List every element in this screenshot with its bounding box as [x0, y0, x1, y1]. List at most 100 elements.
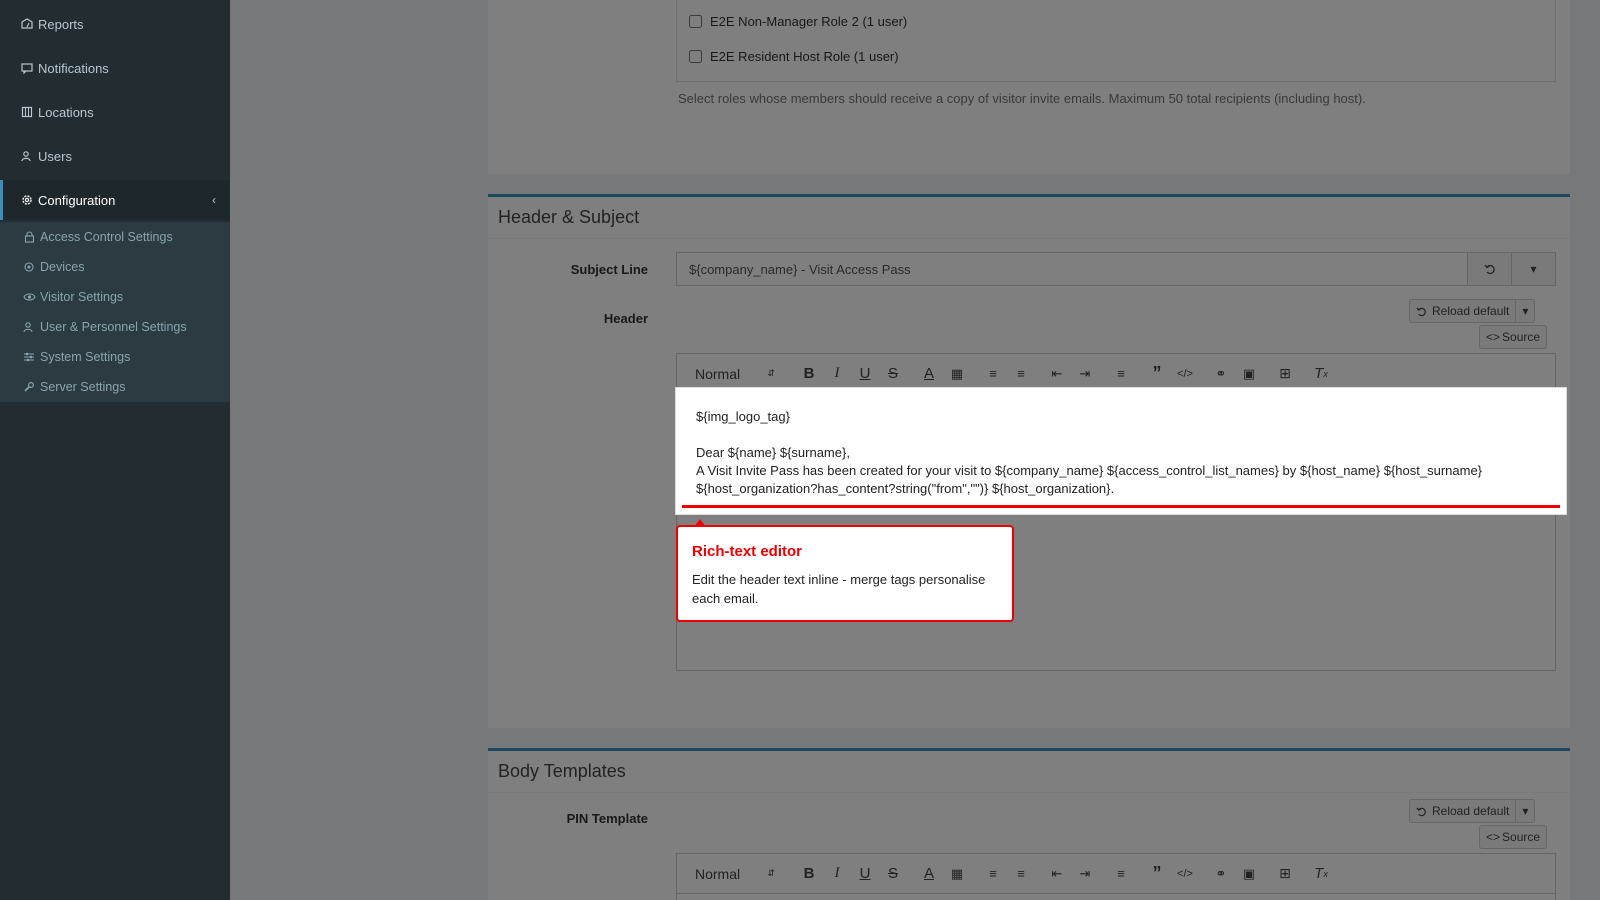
role-row[interactable]: E2E Non-Manager Role 2 (1 user)	[689, 14, 907, 29]
blockquote-button[interactable]: ”	[1143, 862, 1171, 886]
reload-default-main[interactable]: Reload default	[1410, 800, 1515, 822]
underline-button[interactable]: U	[851, 362, 879, 386]
image-button[interactable]: ▣	[1235, 362, 1263, 386]
sidebar-item-reports[interactable]: Reports	[0, 4, 230, 44]
sidebar-subitem-devices[interactable]: Devices	[0, 252, 230, 282]
editor-line: Dear ${name} ${surname},	[696, 445, 850, 460]
bullet-list-button[interactable]: ≡	[1007, 862, 1035, 886]
ordered-list-button[interactable]: ≡	[979, 862, 1007, 886]
subject-dropdown-button[interactable]: ▾	[1511, 253, 1555, 285]
sidebar-item-locations[interactable]: Locations	[0, 92, 230, 132]
sidebar-subitem-user-personnel[interactable]: User & Personnel Settings	[0, 312, 230, 342]
sidebar-item-label: Configuration	[38, 192, 116, 208]
clear-format-button[interactable]: Tx	[1307, 362, 1335, 386]
sidebar-item-label: Reports	[38, 16, 84, 32]
subject-line-input[interactable]: ${company_name} - Visit Access Pass	[677, 253, 1467, 285]
source-button[interactable]: <> Source	[1479, 825, 1548, 849]
reload-default-button[interactable]: Reload default ▾	[1409, 299, 1536, 323]
section-title: Header & Subject	[488, 197, 1570, 239]
tooltip-title: Rich-text editor	[692, 543, 803, 560]
sidebar-subitem-label: System Settings	[40, 350, 131, 364]
pin-template-label: PIN Template	[566, 811, 648, 826]
format-select[interactable]: Normal ⇵	[689, 362, 781, 386]
roles-help-text: Select roles whose members should receiv…	[678, 91, 1366, 106]
table-button[interactable]: ⊞	[1271, 862, 1299, 886]
undo-icon	[1483, 264, 1495, 275]
sidebar-item-configuration[interactable]: Configuration ‹	[0, 180, 230, 220]
format-select-value: Normal	[695, 865, 741, 882]
reload-default-main[interactable]: Reload default	[1410, 300, 1515, 322]
text-color-button[interactable]: A	[915, 862, 943, 886]
sidebar-subitem-label: User & Personnel Settings	[40, 320, 187, 334]
sidebar-item-users[interactable]: Users	[0, 136, 230, 176]
blockquote-button[interactable]: ”	[1143, 362, 1171, 386]
body-templates-box: Body Templates PIN Template Reload defau…	[488, 748, 1570, 900]
outdent-button[interactable]: ⇤	[1043, 362, 1071, 386]
caret-down-icon: ▾	[1530, 262, 1537, 276]
source-button-inner: <> Source	[1480, 326, 1546, 348]
chat-icon	[20, 61, 34, 75]
chevron-left-icon: ‹	[212, 193, 216, 207]
strikethrough-button[interactable]: S	[879, 862, 907, 886]
format-select[interactable]: Normal ⇵	[689, 862, 781, 886]
reload-default-button[interactable]: Reload default ▾	[1409, 799, 1536, 823]
ordered-list-button[interactable]: ≡	[979, 362, 1007, 386]
sidebar-subitem-label: Server Settings	[40, 380, 126, 394]
code-icon: <>	[1486, 830, 1501, 844]
background-color-button[interactable]: ▦	[943, 362, 971, 386]
bold-button[interactable]: B	[795, 362, 823, 386]
roles-box: E2E Non-Manager Role 2 (1 user) E2E Resi…	[488, 0, 1570, 174]
sidebar-item-label: Locations	[38, 104, 94, 120]
outdent-button[interactable]: ⇤	[1043, 862, 1071, 886]
sidebar-subitem-label: Devices	[40, 260, 85, 274]
image-button[interactable]: ▣	[1235, 862, 1263, 886]
italic-button[interactable]: I	[823, 362, 851, 386]
sidebar-subitem-visitor-settings[interactable]: Visitor Settings	[0, 282, 230, 312]
undo-icon	[1416, 806, 1426, 816]
clear-format-button[interactable]: Tx	[1307, 862, 1335, 886]
link-button[interactable]: ⚭	[1207, 862, 1235, 886]
underline-button[interactable]: U	[851, 862, 879, 886]
role-label: E2E Non-Manager Role 2 (1 user)	[710, 14, 908, 29]
italic-button[interactable]: I	[823, 862, 851, 886]
sidebar-subitem-system-settings[interactable]: System Settings	[0, 342, 230, 372]
role-checkbox[interactable]	[689, 15, 702, 28]
sidebar-subitem-server-settings[interactable]: Server Settings	[0, 372, 230, 402]
link-button[interactable]: ⚭	[1207, 362, 1235, 386]
tour-tooltip: Rich-text editor Edit the header text in…	[676, 519, 1014, 622]
wrench-icon	[22, 380, 36, 394]
source-button[interactable]: <> Source	[1479, 325, 1548, 349]
background-color-button[interactable]: ▦	[943, 862, 971, 886]
strikethrough-button[interactable]: S	[879, 362, 907, 386]
header-editor-content-highlight: ${img_logo_tag} Dear ${name} ${surname},…	[676, 388, 1566, 514]
indent-button[interactable]: ⇥	[1071, 862, 1099, 886]
table-button[interactable]: ⊞	[1271, 362, 1299, 386]
device-icon	[22, 260, 36, 274]
editor-line: ${img_logo_tag}	[696, 409, 790, 424]
bullet-list-button[interactable]: ≡	[1007, 362, 1035, 386]
subject-line-label: Subject Line	[570, 262, 648, 277]
lock-icon	[22, 230, 36, 244]
code-block-button[interactable]: </>	[1171, 362, 1199, 386]
bold-button[interactable]: B	[795, 862, 823, 886]
text-color-button[interactable]: A	[915, 362, 943, 386]
role-checkbox[interactable]	[689, 50, 702, 63]
sidebar-item-notifications[interactable]: Notifications	[0, 48, 230, 88]
sidebar-item-label: Users	[38, 148, 72, 164]
align-button[interactable]: ≡	[1107, 362, 1135, 386]
tooltip-body: Edit the header text inline - merge tags…	[692, 572, 986, 606]
sidebar-subitem-label: Access Control Settings	[40, 230, 173, 244]
reload-default-caret[interactable]: ▾	[1515, 800, 1534, 822]
select-arrows-icon: ⇵	[767, 368, 775, 378]
header-editor-content[interactable]: ${img_logo_tag} Dear ${name} ${surname},…	[682, 394, 1560, 508]
undo-button[interactable]	[1467, 253, 1511, 285]
undo-icon	[1416, 306, 1426, 316]
align-button[interactable]: ≡	[1107, 862, 1135, 886]
reload-default-caret[interactable]: ▾	[1515, 300, 1534, 322]
sidebar-item-label: Notifications	[38, 60, 109, 76]
sidebar-subitem-access-control[interactable]: Access Control Settings	[0, 222, 230, 252]
configuration-submenu: Access Control Settings Devices Visitor …	[0, 222, 230, 402]
indent-button[interactable]: ⇥	[1071, 362, 1099, 386]
code-block-button[interactable]: </>	[1171, 862, 1199, 886]
role-row[interactable]: E2E Resident Host Role (1 user)	[689, 49, 899, 64]
